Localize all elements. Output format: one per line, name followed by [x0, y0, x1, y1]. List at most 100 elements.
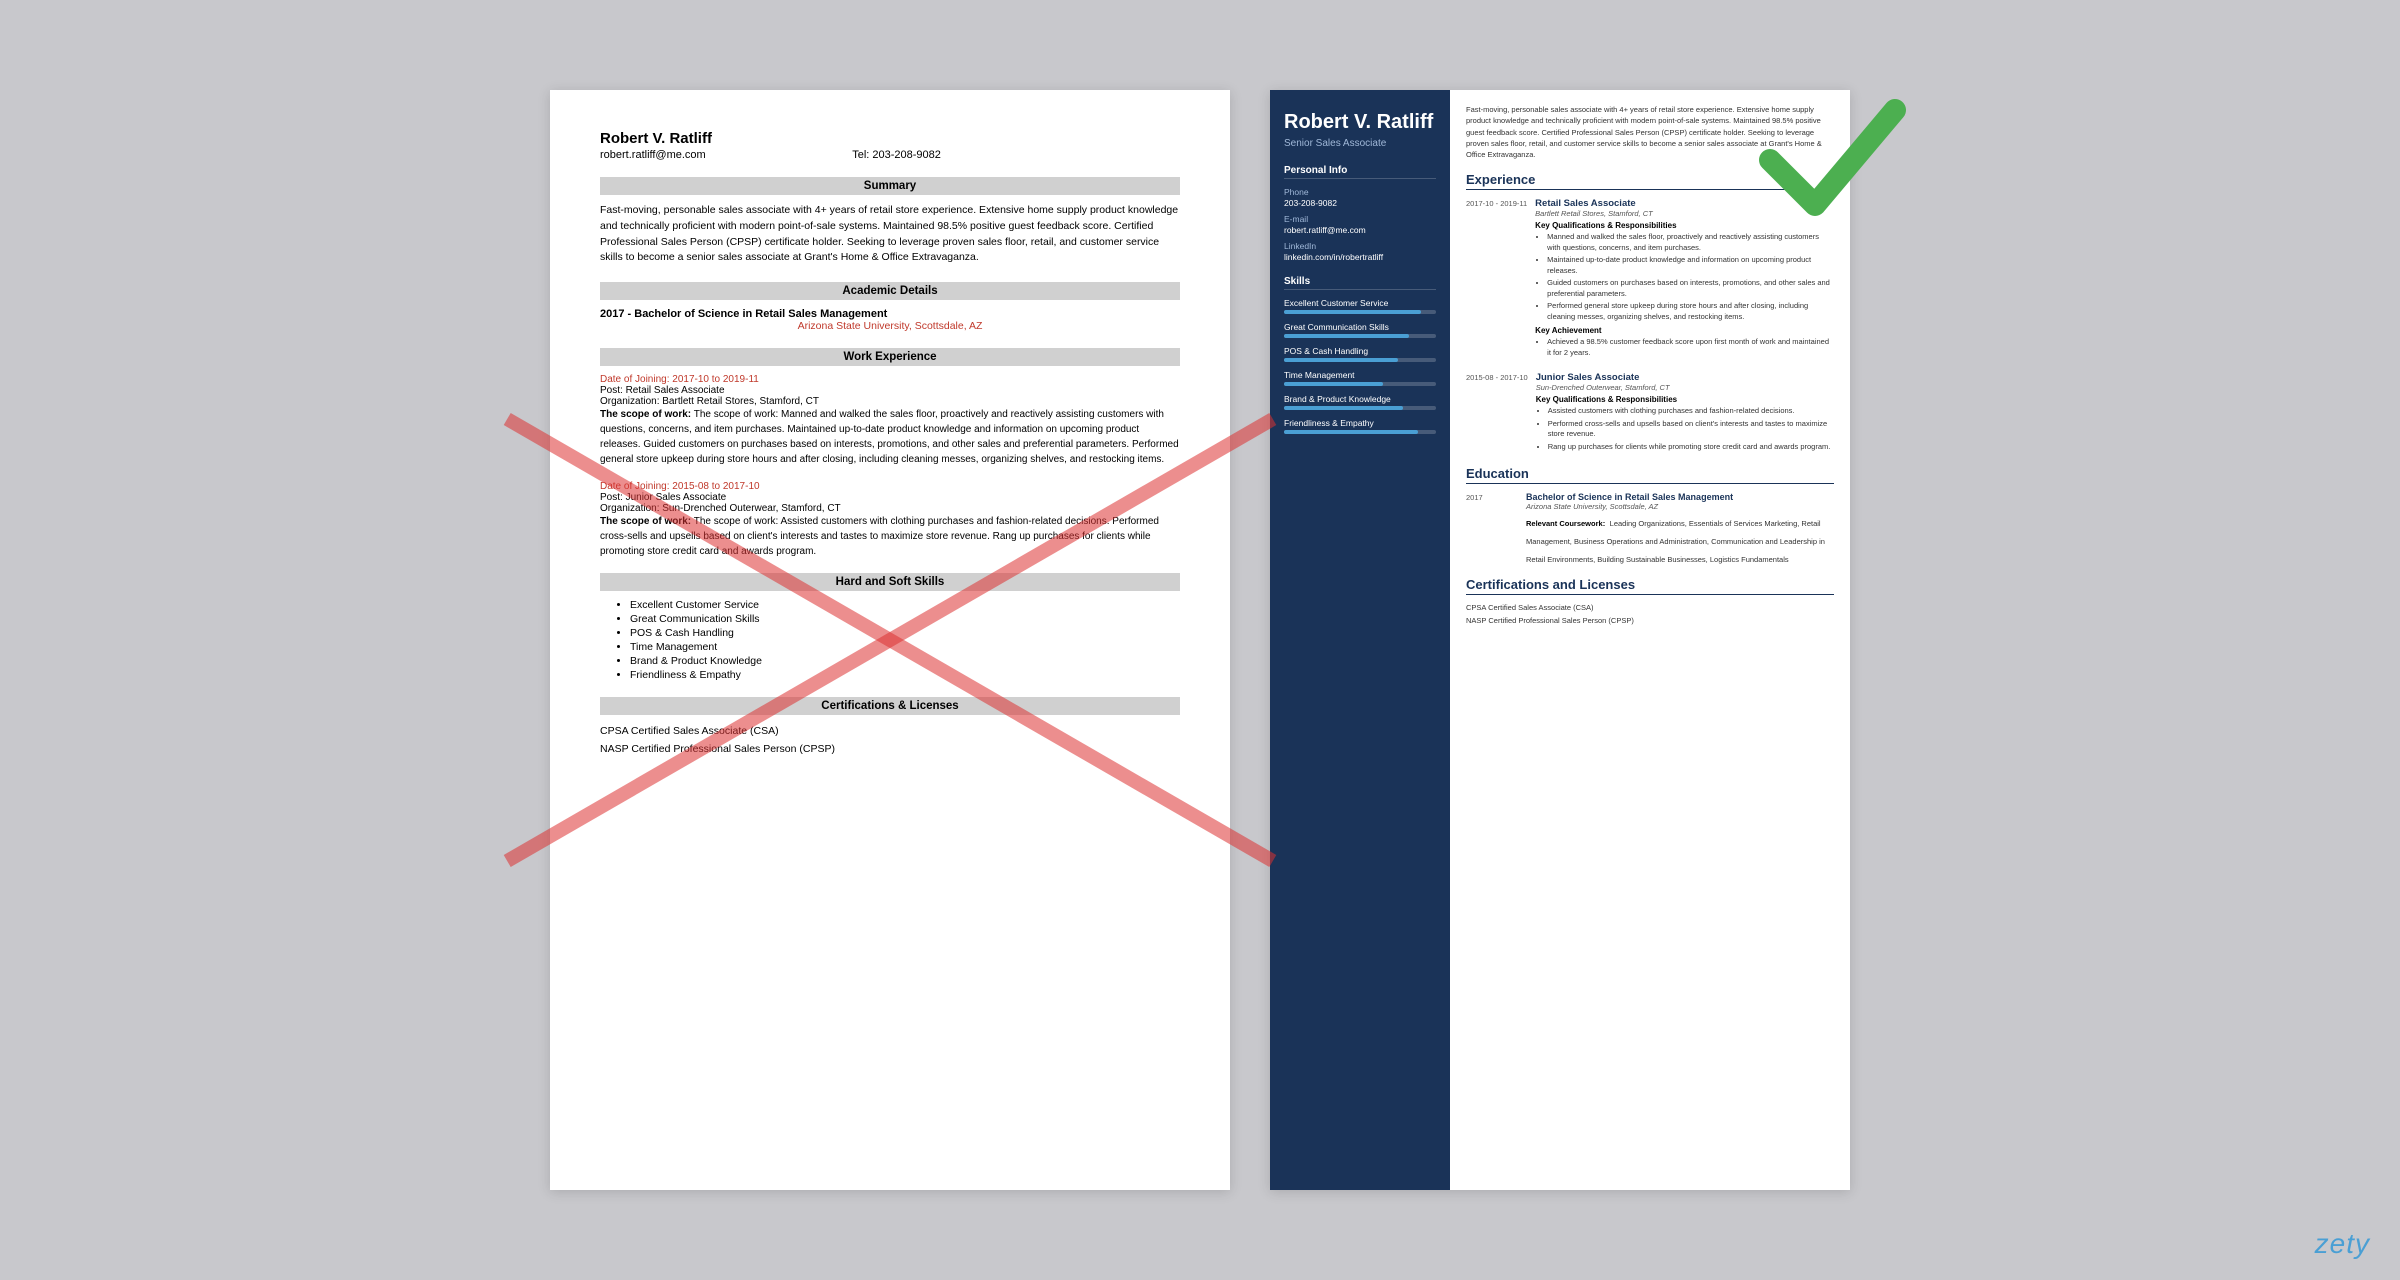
- exp-date-2: 2015-08 - 2017-10: [1466, 372, 1528, 456]
- work-section: Date of Joining: 2017-10 to 2019-11 Post…: [600, 374, 1180, 559]
- skill-name-3: POS & Cash Handling: [1284, 346, 1436, 356]
- cert-2: NASP Certified Professional Sales Person…: [600, 741, 1180, 759]
- work-entry-2: Date of Joining: 2015-08 to 2017-10 Post…: [600, 481, 1180, 559]
- zety-brand: zety: [2315, 1228, 2370, 1260]
- personal-info-title: Personal Info: [1284, 165, 1436, 179]
- left-tel: Tel: 203-208-9082: [852, 149, 941, 161]
- left-summary-text: Fast-moving, personable sales associate …: [600, 203, 1180, 266]
- exp-bullet-1-1: Manned and walked the sales floor, proac…: [1547, 232, 1834, 253]
- summary-bar: Summary: [600, 177, 1180, 195]
- left-degree: 2017 - Bachelor of Science in Retail Sal…: [600, 308, 1180, 320]
- edu-school-1: Arizona State University, Scottsdale, AZ: [1526, 502, 1834, 511]
- skill-item-4: Time Management: [1284, 370, 1436, 386]
- skill-bar-fill-4: [1284, 382, 1383, 386]
- exp-entry-2: 2015-08 - 2017-10 Junior Sales Associate…: [1466, 372, 1834, 456]
- cert-section: CPSA Certified Sales Associate (CSA) NAS…: [600, 723, 1180, 759]
- exp-bullet-2-3: Rang up purchases for clients while prom…: [1548, 442, 1834, 453]
- skill-bar-bg-1: [1284, 310, 1436, 314]
- exp-bullet-2-1: Assisted customers with clothing purchas…: [1548, 406, 1834, 417]
- exp-bullet-2-2: Performed cross-sells and upsells based …: [1548, 419, 1834, 440]
- skill-item-5: Brand & Product Knowledge: [1284, 394, 1436, 410]
- cert-list-right: CPSA Certified Sales Associate (CSA) NAS…: [1466, 603, 1834, 625]
- exp-bullets-2: Assisted customers with clothing purchas…: [1536, 406, 1834, 452]
- work1-date: Date of Joining: 2017-10 to 2019-11: [600, 374, 1180, 385]
- edu-entry-1: 2017 Bachelor of Science in Retail Sales…: [1466, 492, 1834, 567]
- skill-1: Excellent Customer Service: [630, 599, 1180, 611]
- work1-org: Organization: Bartlett Retail Stores, St…: [600, 396, 1180, 407]
- exp-achievement-1-1: Achieved a 98.5% customer feedback score…: [1547, 337, 1834, 358]
- skill-bar-bg-3: [1284, 358, 1436, 362]
- work1-post: Post: Retail Sales Associate: [600, 385, 1180, 396]
- exp-qual-title-1: Key Qualifications & Responsibilities: [1535, 221, 1834, 230]
- right-name: Robert V. Ratliff: [1284, 110, 1436, 134]
- skill-name-6: Friendliness & Empathy: [1284, 418, 1436, 428]
- skill-bar-fill-3: [1284, 358, 1398, 362]
- phone-value: 203-208-9082: [1284, 198, 1436, 208]
- email-value: robert.ratliff@me.com: [1284, 225, 1436, 235]
- skill-5: Brand & Product Knowledge: [630, 655, 1180, 667]
- exp-bullet-1-3: Guided customers on purchases based on i…: [1547, 278, 1834, 299]
- coursework-label: Relevant Coursework:: [1526, 519, 1605, 528]
- exp-company-2: Sun-Drenched Outerwear, Stamford, CT: [1536, 383, 1834, 392]
- exp-jobtitle-2: Junior Sales Associate: [1536, 372, 1834, 383]
- skill-bar-bg-4: [1284, 382, 1436, 386]
- skill-bar-fill-6: [1284, 430, 1418, 434]
- exp-bullets-1: Manned and walked the sales floor, proac…: [1535, 232, 1834, 322]
- edu-year-1: 2017: [1466, 492, 1518, 567]
- right-summary: Fast-moving, personable sales associate …: [1466, 104, 1834, 160]
- left-school: Arizona State University, Scottsdale, AZ: [600, 320, 1180, 332]
- exp-detail-1: Retail Sales Associate Bartlett Retail S…: [1535, 198, 1834, 362]
- education-title: Education: [1466, 466, 1834, 484]
- work2-scope: The scope of work: The scope of work: As…: [600, 514, 1180, 559]
- work2-date: Date of Joining: 2015-08 to 2017-10: [600, 481, 1180, 492]
- work2-org: Organization: Sun-Drenched Outerwear, St…: [600, 503, 1180, 514]
- left-email: robert.ratliff@me.com: [600, 149, 706, 161]
- skill-bar-bg-6: [1284, 430, 1436, 434]
- skill-bar-fill-2: [1284, 334, 1409, 338]
- skill-bar-bg-5: [1284, 406, 1436, 410]
- exp-bullet-1-2: Maintained up-to-date product knowledge …: [1547, 255, 1834, 276]
- cert-title-right: Certifications and Licenses: [1466, 577, 1834, 595]
- work-bar: Work Experience: [600, 348, 1180, 366]
- email-label: E-mail: [1284, 214, 1436, 224]
- resume-right: Robert V. Ratliff Senior Sales Associate…: [1270, 90, 1850, 1190]
- sidebar: Robert V. Ratliff Senior Sales Associate…: [1270, 90, 1450, 1190]
- right-cert-1: CPSA Certified Sales Associate (CSA): [1466, 603, 1834, 612]
- skill-4: Time Management: [630, 641, 1180, 653]
- skill-bar-bg-2: [1284, 334, 1436, 338]
- exp-date-1: 2017-10 - 2019-11: [1466, 198, 1527, 362]
- cert-1: CPSA Certified Sales Associate (CSA): [600, 723, 1180, 741]
- work2-post: Post: Junior Sales Associate: [600, 492, 1180, 503]
- academic-bar: Academic Details: [600, 282, 1180, 300]
- page-container: Robert V. Ratliff robert.ratliff@me.com …: [510, 50, 1890, 1230]
- right-title: Senior Sales Associate: [1284, 138, 1436, 149]
- skill-name-2: Great Communication Skills: [1284, 322, 1436, 332]
- skills-section-title: Skills: [1284, 276, 1436, 290]
- phone-label: Phone: [1284, 187, 1436, 197]
- skill-item-2: Great Communication Skills: [1284, 322, 1436, 338]
- work1-scope: The scope of work: The scope of work: Ma…: [600, 407, 1180, 467]
- skill-item-6: Friendliness & Empathy: [1284, 418, 1436, 434]
- linkedin-value: linkedin.com/in/robertratliff: [1284, 252, 1436, 262]
- skill-name-5: Brand & Product Knowledge: [1284, 394, 1436, 404]
- skill-6: Friendliness & Empathy: [630, 669, 1180, 681]
- skill-bar-fill-1: [1284, 310, 1421, 314]
- exp-achievements-1: Achieved a 98.5% customer feedback score…: [1535, 337, 1834, 358]
- skill-2: Great Communication Skills: [630, 613, 1180, 625]
- skills-list: Excellent Customer Service Great Communi…: [600, 599, 1180, 681]
- exp-detail-2: Junior Sales Associate Sun-Drenched Oute…: [1536, 372, 1834, 456]
- exp-qual-title-2: Key Qualifications & Responsibilities: [1536, 395, 1834, 404]
- skill-name-1: Excellent Customer Service: [1284, 298, 1436, 308]
- skill-name-4: Time Management: [1284, 370, 1436, 380]
- skill-item-3: POS & Cash Handling: [1284, 346, 1436, 362]
- academic-content: 2017 - Bachelor of Science in Retail Sal…: [600, 308, 1180, 332]
- linkedin-label: LinkedIn: [1284, 241, 1436, 251]
- exp-company-1: Bartlett Retail Stores, Stamford, CT: [1535, 209, 1834, 218]
- exp-jobtitle-1: Retail Sales Associate: [1535, 198, 1834, 209]
- left-name: Robert V. Ratliff: [600, 130, 1180, 147]
- skill-item-1: Excellent Customer Service: [1284, 298, 1436, 314]
- exp-bullet-1-4: Performed general store upkeep during st…: [1547, 301, 1834, 322]
- right-cert-2: NASP Certified Professional Sales Person…: [1466, 616, 1834, 625]
- skill-3: POS & Cash Handling: [630, 627, 1180, 639]
- left-contact: robert.ratliff@me.com Tel: 203-208-9082: [600, 149, 1180, 161]
